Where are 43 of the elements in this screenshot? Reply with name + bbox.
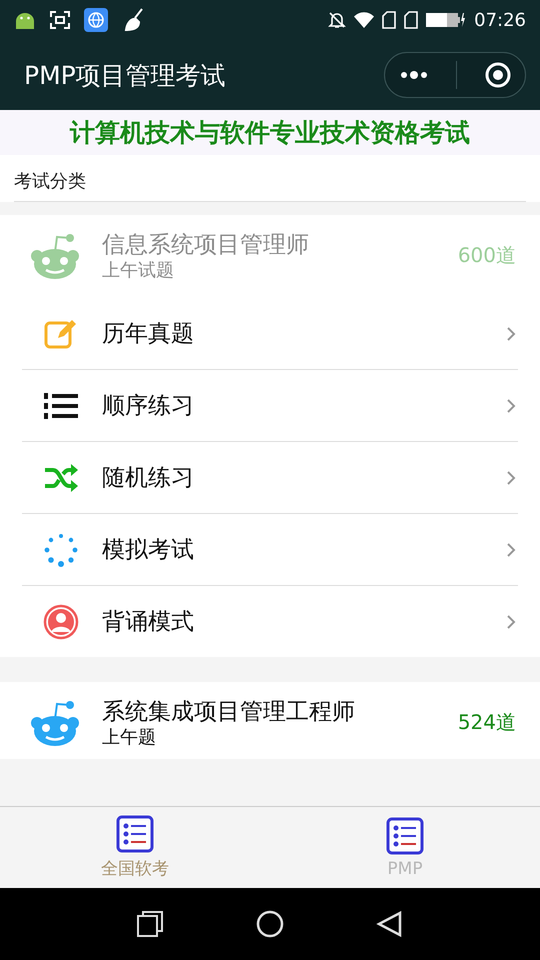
chevron-right-icon bbox=[506, 398, 516, 414]
menu-item[interactable]: 顺序练习 bbox=[22, 370, 518, 442]
more-icon[interactable] bbox=[398, 70, 429, 80]
clock-time: 07:26 bbox=[474, 10, 526, 30]
menu-item-label: 随机练习 bbox=[102, 464, 195, 493]
question-count: 524道 bbox=[458, 709, 516, 736]
menu-item-label: 顺序练习 bbox=[102, 392, 195, 421]
home-icon[interactable] bbox=[256, 910, 284, 938]
menu-item[interactable]: 随机练习 bbox=[22, 442, 518, 514]
menu-item[interactable]: 模拟考试 bbox=[22, 514, 518, 586]
menu-item[interactable]: 历年真题 bbox=[22, 298, 518, 370]
category-subtitle: 上午试题 bbox=[102, 260, 175, 282]
menu-item-label: 模拟考试 bbox=[102, 536, 195, 565]
recent-apps-icon[interactable] bbox=[136, 910, 164, 938]
category-subtitle: 上午题 bbox=[102, 727, 157, 749]
sim-card-icon bbox=[404, 11, 418, 29]
banner-title: 计算机技术与软件专业技术资格考试 bbox=[70, 117, 470, 149]
category-name[interactable]: 系统集成项目管理工程师 bbox=[102, 696, 436, 727]
shuffle-icon bbox=[44, 462, 78, 492]
section-title: 考试分类 bbox=[14, 169, 526, 202]
globe-icon bbox=[84, 8, 108, 32]
edit-icon bbox=[44, 318, 78, 348]
user-icon bbox=[43, 604, 79, 640]
close-icon[interactable] bbox=[485, 62, 512, 88]
question-count: 600道 bbox=[458, 242, 516, 269]
numbered-list-icon bbox=[44, 390, 78, 420]
wifi-icon bbox=[354, 12, 374, 28]
chevron-right-icon bbox=[506, 614, 516, 630]
bell-off-icon bbox=[328, 11, 346, 29]
loading-icon bbox=[44, 532, 78, 566]
sim-card-icon bbox=[382, 11, 396, 29]
list-icon bbox=[116, 815, 154, 853]
battery-icon bbox=[426, 12, 466, 28]
chevron-right-icon bbox=[506, 326, 516, 342]
back-icon[interactable] bbox=[376, 910, 404, 938]
menu-item-label: 背诵模式 bbox=[102, 608, 195, 637]
menu-item[interactable]: 背诵模式 bbox=[22, 586, 518, 657]
menu-item-label: 历年真题 bbox=[102, 320, 195, 349]
chevron-right-icon bbox=[506, 542, 516, 558]
app-title: PMP项目管理考试 bbox=[24, 60, 226, 92]
scan-icon bbox=[50, 11, 70, 29]
chevron-right-icon bbox=[506, 470, 516, 486]
list-icon bbox=[386, 816, 424, 854]
